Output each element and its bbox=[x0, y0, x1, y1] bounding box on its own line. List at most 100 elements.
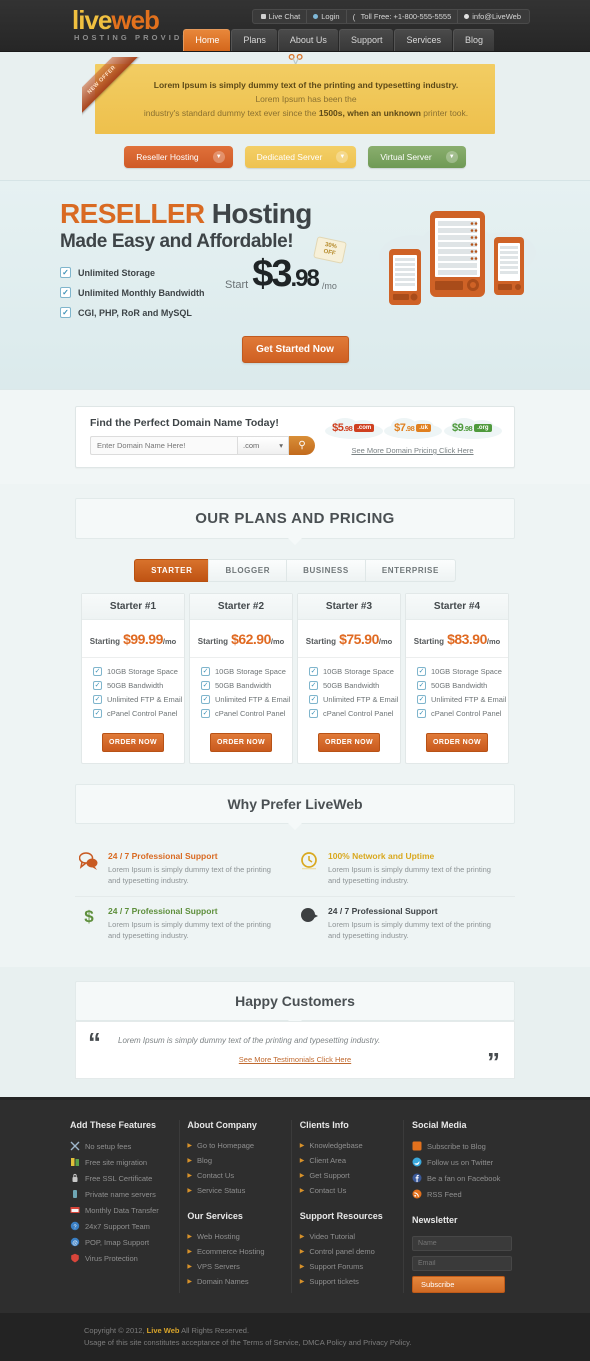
list-item[interactable]: ▶ Web Hosting bbox=[187, 1232, 272, 1241]
nav-item-about-us[interactable]: About Us bbox=[277, 29, 338, 51]
nav-item-support[interactable]: Support bbox=[338, 29, 394, 51]
logo-text-web: web bbox=[111, 5, 160, 35]
nav-item-blog[interactable]: Blog bbox=[452, 29, 494, 51]
bullet-icon: ▶ bbox=[299, 1264, 305, 1270]
tab-blogger[interactable]: BLOGGER bbox=[208, 559, 287, 582]
virtual-server-button[interactable]: Virtual Server ▼ bbox=[368, 146, 466, 168]
order-now-button[interactable]: ORDER NOW bbox=[210, 733, 272, 752]
dedicated-server-button[interactable]: Dedicated Server ▼ bbox=[244, 146, 357, 168]
card-feature-label: Unlimited FTP & Email bbox=[215, 695, 291, 704]
plan-tabs: STARTER BLOGGER BUSINESS ENTERPRISE bbox=[0, 559, 590, 582]
hero-title-highlight: RESELLER bbox=[60, 198, 205, 229]
card-feature-label: cPanel Control Panel bbox=[431, 709, 502, 718]
nav-item-home[interactable]: Home bbox=[183, 29, 231, 51]
list-item[interactable]: ▶ Client Area bbox=[300, 1156, 385, 1165]
list-item[interactable]: ▶ Video Tutorial bbox=[300, 1232, 385, 1241]
email-link[interactable]: info@LiveWeb bbox=[458, 10, 527, 23]
price-start-label: Start bbox=[225, 279, 249, 291]
list-item[interactable]: ▶ Blog bbox=[187, 1156, 272, 1165]
list-item[interactable]: ▶ Control panel demo bbox=[300, 1247, 385, 1256]
list-item[interactable]: Subscribe to Blog bbox=[412, 1141, 510, 1151]
order-now-button[interactable]: ORDER NOW bbox=[318, 733, 380, 752]
card-feature-label: 10GB Storage Space bbox=[107, 667, 178, 676]
list-item[interactable]: Follow us on Twitter bbox=[412, 1157, 510, 1167]
pricing-card: Starter #1 Starting $99.99/mo ✓ 10GB Stor… bbox=[81, 593, 185, 764]
card-features: ✓ 10GB Storage Space ✓ 50GB Bandwidth ✓ Unl… bbox=[298, 658, 400, 731]
domain-search-button[interactable]: ⚲ bbox=[289, 436, 315, 455]
nav-item-plans[interactable]: Plans bbox=[231, 29, 277, 51]
card-feature-item: ✓ 10GB Storage Space bbox=[417, 667, 508, 676]
tld-select[interactable]: .com ▾ bbox=[237, 436, 289, 455]
domain-pricing-link[interactable]: See More Domain Pricing Click Here bbox=[325, 446, 500, 455]
card-feature-label: 50GB Bandwidth bbox=[107, 681, 164, 690]
tab-business[interactable]: BUSINESS bbox=[286, 559, 365, 582]
list-item[interactable]: ▶ Service Status bbox=[187, 1186, 272, 1195]
footer-heading: Support Resources bbox=[299, 1211, 383, 1221]
bullet-icon: ▶ bbox=[187, 1249, 192, 1255]
card-price-label: Starting bbox=[197, 637, 228, 646]
footer-column-features: Add These Features No setup fees Free si… bbox=[70, 1120, 171, 1293]
discount-off-label: OFF bbox=[322, 248, 336, 258]
hero-feature-label: CGI, PHP, RoR and MySQL bbox=[78, 307, 192, 318]
list-item[interactable]: ▶ Get Support bbox=[300, 1171, 385, 1180]
dollar-icon: $ bbox=[84, 907, 94, 926]
newsletter-email-input[interactable] bbox=[412, 1256, 513, 1271]
footer-column-about: About Company ▶ Go to Homepage ▶ Blog ▶ Con… bbox=[187, 1120, 282, 1293]
testimonials-link[interactable]: See More Testimonials Click Here bbox=[92, 1055, 498, 1064]
slider-prev-arrow[interactable]: ‹ bbox=[38, 386, 52, 389]
card-price-period: /mo bbox=[486, 637, 501, 646]
live-chat-link[interactable]: Live Chat bbox=[255, 10, 308, 23]
subscribe-button[interactable]: Subscribe bbox=[412, 1276, 506, 1293]
order-now-button[interactable]: ORDER NOW bbox=[102, 733, 164, 752]
list-item[interactable]: ▶ Ecommerce Hosting bbox=[187, 1247, 272, 1256]
list-item[interactable]: RSS Feed bbox=[412, 1189, 510, 1199]
footer-feature-label: Virus Protection bbox=[85, 1253, 138, 1263]
domain-search-input[interactable] bbox=[90, 436, 237, 455]
order-now-button[interactable]: ORDER NOW bbox=[426, 733, 488, 752]
list-item[interactable]: ▶ Domain Names bbox=[187, 1277, 272, 1286]
list-item[interactable]: Be a fan on Facebook bbox=[412, 1173, 510, 1183]
new-offer-ribbon: NEW OFFER bbox=[82, 57, 144, 119]
newsletter-name-input[interactable] bbox=[412, 1236, 513, 1251]
price-period: /mo bbox=[321, 281, 337, 291]
facebook-icon bbox=[412, 1173, 422, 1183]
copyright-brand: Live Web bbox=[146, 1326, 180, 1335]
why-section: Why Prefer LiveWeb 24 / 7 Professional S… bbox=[0, 784, 590, 967]
list-item[interactable]: ▶ Support tickets bbox=[300, 1277, 385, 1286]
check-icon: ✓ bbox=[93, 695, 102, 704]
support-icon: ? bbox=[70, 1221, 80, 1230]
get-started-button[interactable]: Get Started Now bbox=[241, 336, 349, 363]
login-link[interactable]: Login bbox=[307, 10, 347, 23]
card-feature-item: ✓ Unlimited FTP & Email bbox=[93, 695, 184, 704]
dedicated-server-label: Dedicated Server bbox=[256, 152, 323, 162]
slider-next-arrow[interactable]: › bbox=[538, 386, 552, 389]
nav-item-services[interactable]: Services bbox=[394, 29, 452, 51]
footer-link-label: Blog bbox=[196, 1156, 212, 1165]
check-icon: ✓ bbox=[417, 695, 426, 704]
domain-search-left: Find the Perfect Domain Name Today! .com… bbox=[90, 417, 315, 455]
hero-price: Start $3.98 /mo bbox=[225, 255, 337, 296]
footer-feature-list: No setup fees Free site migration Free S… bbox=[70, 1141, 161, 1263]
list-item[interactable]: ▶ Contact Us bbox=[300, 1186, 385, 1195]
testimonials-section: Happy Customers “ Lorem Ipsum is simply … bbox=[0, 967, 590, 1097]
reseller-hosting-button[interactable]: Reseller Hosting ▼ bbox=[124, 146, 233, 168]
tab-starter[interactable]: STARTER bbox=[134, 559, 209, 582]
check-icon: ✓ bbox=[201, 695, 210, 704]
list-item[interactable]: ▶ Contact Us bbox=[187, 1171, 272, 1180]
list-item[interactable]: ▶ Support Forums bbox=[300, 1262, 385, 1271]
card-feature-label: 50GB Bandwidth bbox=[323, 681, 380, 690]
site-logo[interactable]: liveweb HOSTING PROVIDER bbox=[72, 5, 200, 42]
chat-icon bbox=[260, 14, 266, 19]
list-item: @ POP, Imap Support bbox=[70, 1237, 161, 1247]
list-item[interactable]: ▶ VPS Servers bbox=[187, 1262, 272, 1271]
check-icon: ✓ bbox=[93, 709, 102, 718]
logo-tagline: HOSTING PROVIDER bbox=[74, 33, 200, 42]
feature-item: $ 24 / 7 Professional Support Lorem Ipsu… bbox=[75, 897, 295, 951]
footer-feature-label: Free SSL Certificate bbox=[85, 1173, 153, 1183]
hero-content: RESELLER Hosting Made Easy and Affordabl… bbox=[60, 198, 536, 318]
rss-icon bbox=[412, 1189, 422, 1199]
footer-link-label: Video Tutorial bbox=[309, 1232, 356, 1241]
bullet-icon: ▶ bbox=[299, 1173, 305, 1179]
tab-enterprise[interactable]: ENTERPRISE bbox=[364, 559, 456, 582]
list-item: Monthly Data Transfer bbox=[70, 1205, 161, 1215]
